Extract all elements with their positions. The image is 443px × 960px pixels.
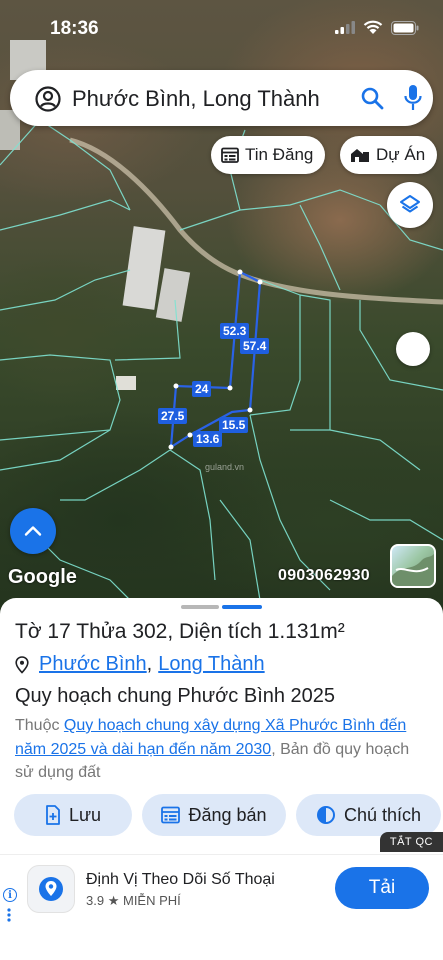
phone-number[interactable]: 0903062930 <box>278 567 370 585</box>
desc-prefix: Thuộc <box>15 717 64 734</box>
3d-terrain-icon <box>392 554 434 586</box>
parcel-title: Tờ 17 Thửa 302, Diện tích 1.131m² <box>15 620 345 643</box>
ad-title: Định Vị Theo Dõi Số Thoại <box>86 871 275 888</box>
plan-description: Thuộc Quy hoạch chung xây dựng Xã Phước … <box>15 714 430 785</box>
sheet-handle[interactable] <box>181 605 219 609</box>
legend-button[interactable]: Chú thích <box>296 794 441 836</box>
save-button[interactable]: Lưu <box>14 794 132 836</box>
battery-icon <box>391 20 419 35</box>
ad-rating-value: 3.9 <box>86 893 105 908</box>
layers-icon <box>400 195 420 213</box>
status-bar: 18:36 <box>0 0 443 60</box>
wifi-icon <box>363 20 383 34</box>
ad-choices-icon[interactable] <box>3 907 15 923</box>
plan-title: Quy hoạch chung Phước Bình 2025 <box>15 685 336 707</box>
microphone-icon[interactable] <box>403 84 423 112</box>
location-separator: , <box>146 653 153 675</box>
calendar-list-icon <box>161 806 181 824</box>
location-pin-icon <box>15 655 29 674</box>
listings-chip[interactable]: Tin Đăng <box>211 136 326 174</box>
projects-chip-label: Dự Án <box>376 145 426 164</box>
search-input[interactable]: Phước Bình, Long Thành <box>72 86 320 112</box>
status-time: 18:36 <box>50 18 99 39</box>
save-button-label: Lưu <box>68 804 102 825</box>
ad-install-button[interactable]: Tải <box>335 867 429 909</box>
district-link[interactable]: Long Thành <box>158 653 264 676</box>
cadastral-lines <box>0 99 443 611</box>
sheet-page-indicator[interactable] <box>222 605 262 609</box>
add-file-icon <box>46 805 60 825</box>
map-pin-icon <box>39 877 63 901</box>
my-location-button[interactable] <box>396 332 430 366</box>
search-bar[interactable]: Phước Bình, Long Thành <box>10 70 433 126</box>
ad-banner[interactable]: i Định Vị Theo Dõi Số Thoại 3.9 ★ MIỄN P… <box>0 854 443 960</box>
legend-button-label: Chú thích <box>343 804 422 825</box>
expand-sheet-button[interactable] <box>10 508 56 554</box>
google-logo: Google <box>8 566 77 588</box>
star-icon: ★ <box>107 893 123 908</box>
contrast-icon <box>316 806 335 824</box>
3d-view-thumbnail[interactable] <box>390 544 436 588</box>
measurement-label: 24 <box>192 381 212 397</box>
listings-chip-label: Tin Đăng <box>245 145 314 164</box>
post-sale-button[interactable]: Đăng bán <box>142 794 286 836</box>
building-icon <box>351 149 369 162</box>
ad-rating: 3.9 ★ MIỄN PHÍ <box>86 893 181 909</box>
measurement-label: 13.6 <box>193 431 223 447</box>
chevron-up-icon <box>24 526 42 536</box>
turn-off-ads-button[interactable]: TẮT QC <box>379 832 443 852</box>
commune-link[interactable]: Phước Bình <box>39 653 147 676</box>
post-sale-button-label: Đăng bán <box>188 804 267 825</box>
ad-price: MIỄN PHÍ <box>122 893 181 908</box>
account-icon[interactable] <box>35 86 61 112</box>
measurement-label: 15.5 <box>219 417 249 433</box>
calendar-list-icon <box>221 147 239 163</box>
ad-app-icon <box>27 865 75 913</box>
measurement-label: 52.3 <box>220 323 250 339</box>
satellite-map[interactable]: 52.3 57.4 24 27.5 15.5 13.6 guland.vn 18… <box>0 0 443 620</box>
measurement-label: 27.5 <box>158 408 188 424</box>
layers-button[interactable] <box>387 182 433 228</box>
ad-info-icon[interactable]: i <box>3 888 17 902</box>
status-icons <box>335 20 419 35</box>
measurement-label: 57.4 <box>240 338 270 354</box>
map-watermark: guland.vn <box>205 462 245 472</box>
projects-chip[interactable]: Dự Án <box>340 136 438 174</box>
signal-icon <box>335 21 355 34</box>
location-row: Phước Bình , Long Thành <box>15 653 265 676</box>
search-icon[interactable] <box>360 86 384 110</box>
